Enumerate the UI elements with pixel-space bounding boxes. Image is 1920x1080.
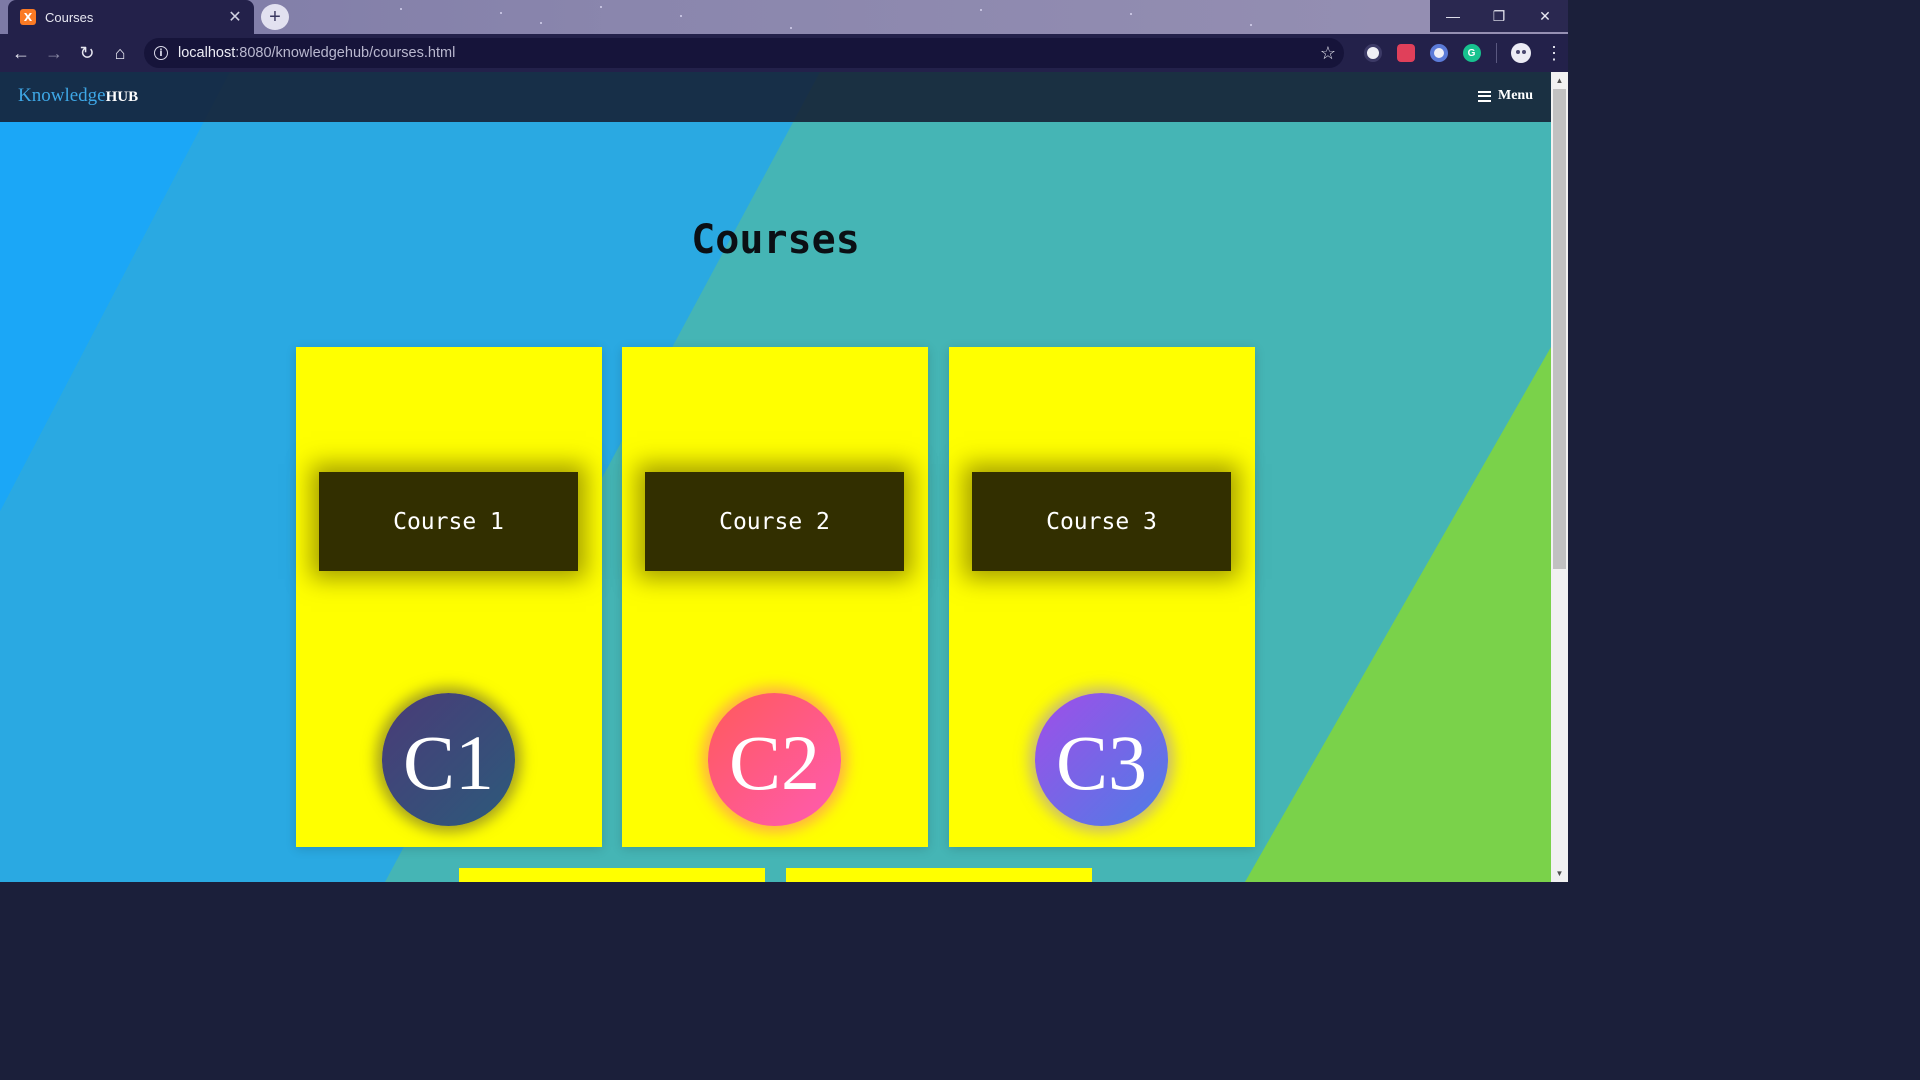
tab-close-icon[interactable]: ✕ [226, 7, 244, 27]
url-path: :8080/knowledgehub/courses.html [235, 45, 456, 61]
course-title[interactable]: Course 1 [319, 472, 578, 571]
extensions-area: G ⋮ [1356, 34, 1563, 72]
close-window-button[interactable]: ✕ [1522, 0, 1568, 32]
course-title[interactable]: Course 3 [972, 472, 1231, 571]
menu-button[interactable]: Menu [1478, 88, 1533, 104]
browser-menu-icon[interactable]: ⋮ [1545, 43, 1563, 64]
site-brand[interactable]: KnowledgeHUB [18, 85, 138, 107]
decor-star [500, 12, 502, 14]
page-viewport: KnowledgeHUB Menu Courses Course 1 C1 Co… [0, 72, 1568, 882]
course-badge: C3 [1035, 693, 1168, 826]
url-text[interactable]: localhost:8080/knowledgehub/courses.html [178, 45, 455, 61]
course-card-partial[interactable] [786, 868, 1092, 882]
decor-star [980, 9, 982, 11]
page-title: Courses [691, 217, 860, 263]
extension-grammarly-icon[interactable]: G [1462, 44, 1481, 62]
hamburger-icon [1478, 90, 1491, 102]
decor-star [1130, 13, 1132, 15]
decor-star [600, 6, 602, 8]
decor-star [540, 22, 542, 24]
back-arrow-icon[interactable]: ← [9, 41, 33, 65]
decor-star [400, 8, 402, 10]
browser-tabstrip: X Courses ✕ + — ❐ ✕ [0, 0, 1568, 34]
decor-star [1250, 24, 1252, 26]
course-title[interactable]: Course 2 [645, 472, 904, 571]
menu-label: Menu [1498, 88, 1533, 103]
reload-icon[interactable]: ↻ [75, 41, 99, 65]
bg-shape-green [1245, 347, 1551, 882]
scroll-down-arrow-icon[interactable]: ▼ [1551, 865, 1568, 882]
tab-title: Courses [45, 9, 94, 25]
address-bar[interactable]: i localhost:8080/knowledgehub/courses.ht… [144, 38, 1344, 68]
toolbar-divider [1496, 43, 1497, 63]
minimize-button[interactable]: — [1430, 0, 1476, 32]
home-icon[interactable]: ⌂ [108, 41, 132, 65]
profile-avatar-icon[interactable] [1511, 43, 1531, 63]
decor-star [790, 27, 792, 29]
course-badge: C1 [382, 693, 515, 826]
url-host: localhost [178, 45, 236, 61]
brand-hub: HUB [105, 89, 139, 105]
site-navbar: KnowledgeHUB Menu [0, 72, 1551, 122]
bookmark-star-icon[interactable]: ☆ [1320, 43, 1336, 64]
course-card-1[interactable]: Course 1 C1 [296, 347, 602, 847]
brand-knowledge: Knowledge [18, 85, 106, 106]
extension-speed-icon[interactable] [1363, 44, 1382, 62]
decor-star [680, 15, 682, 17]
forward-arrow-icon[interactable]: → [42, 41, 66, 65]
extension-circle-icon[interactable] [1429, 44, 1448, 62]
browser-tab[interactable]: X Courses ✕ [8, 0, 254, 34]
new-tab-button[interactable]: + [261, 4, 289, 30]
course-badge: C2 [708, 693, 841, 826]
restore-button[interactable]: ❐ [1476, 0, 1522, 32]
xampp-favicon-icon: X [20, 9, 36, 25]
window-controls: — ❐ ✕ [1430, 0, 1568, 32]
scroll-up-arrow-icon[interactable]: ▲ [1551, 72, 1568, 89]
page-scrollbar[interactable]: ▲ ▼ [1551, 72, 1568, 882]
extension-pocket-icon[interactable] [1396, 44, 1415, 62]
scrollbar-thumb[interactable] [1553, 89, 1566, 569]
browser-toolbar: ← → ↻ ⌂ i localhost:8080/knowledgehub/co… [0, 34, 1568, 72]
course-card-partial[interactable] [459, 868, 765, 882]
site-info-icon[interactable]: i [154, 46, 168, 60]
course-card-2[interactable]: Course 2 C2 [622, 347, 928, 847]
course-card-3[interactable]: Course 3 C3 [949, 347, 1255, 847]
